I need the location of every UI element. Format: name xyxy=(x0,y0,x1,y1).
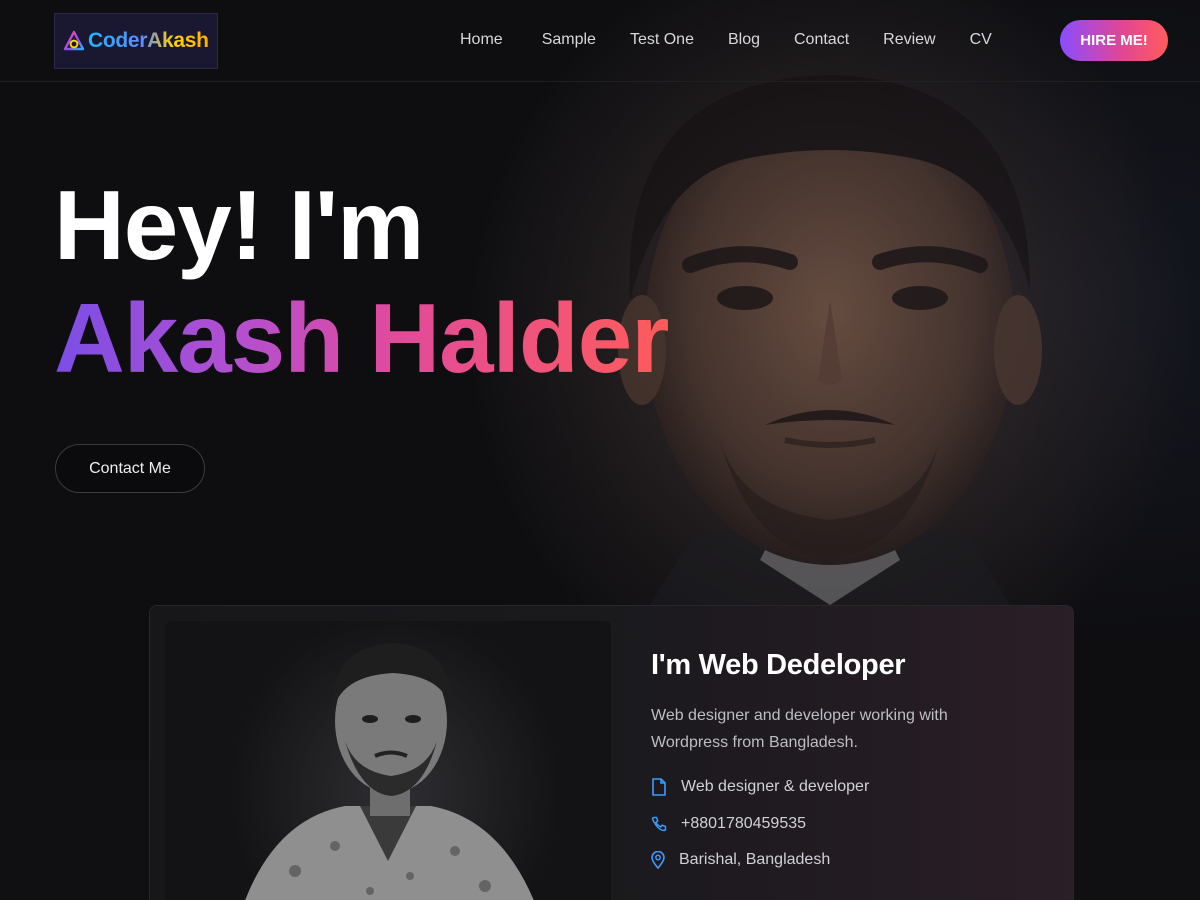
location-pin-icon xyxy=(651,851,665,869)
nav-review[interactable]: Review xyxy=(883,28,935,52)
logo-text: CoderAkash xyxy=(88,29,209,52)
phone-icon xyxy=(651,816,667,832)
nav-contact[interactable]: Contact xyxy=(794,28,849,52)
logo-icon xyxy=(63,30,85,51)
hero-greeting: Hey! I'm xyxy=(54,170,424,280)
nav-test-one[interactable]: Test One xyxy=(630,28,694,52)
card-description: Web designer and developer working with … xyxy=(651,707,948,751)
contact-me-button[interactable]: Contact Me xyxy=(55,444,205,493)
about-card: I'm Web Dedeloper Web designer and devel… xyxy=(149,605,1074,900)
card-title: I'm Web Dedeloper xyxy=(651,649,906,681)
info-row-phone[interactable]: +8801780459535 xyxy=(651,815,806,833)
profile-photo xyxy=(165,621,611,900)
info-role-text: Web designer & developer xyxy=(681,778,870,795)
info-location-text: Barishal, Bangladesh xyxy=(679,851,831,868)
hire-me-button[interactable]: HIRE ME! xyxy=(1060,20,1168,61)
info-row-role: Web designer & developer xyxy=(651,778,869,796)
info-phone-text[interactable]: +8801780459535 xyxy=(681,815,806,833)
nav-home[interactable]: Home xyxy=(460,28,503,52)
site-header: CoderAkash Home Sample Test One Blog Con… xyxy=(0,0,1200,82)
nav-blog[interactable]: Blog xyxy=(728,28,760,52)
nav-cv[interactable]: CV xyxy=(970,28,992,52)
main-nav: Home Sample Test One Blog Contact Review… xyxy=(460,28,1026,52)
info-row-location: Barishal, Bangladesh xyxy=(651,851,830,869)
nav-sample[interactable]: Sample xyxy=(542,28,596,52)
site-logo[interactable]: CoderAkash xyxy=(54,13,218,69)
hero-name: Akash Halder xyxy=(54,283,669,393)
profile-photo-image xyxy=(245,643,534,900)
document-icon xyxy=(652,778,666,796)
